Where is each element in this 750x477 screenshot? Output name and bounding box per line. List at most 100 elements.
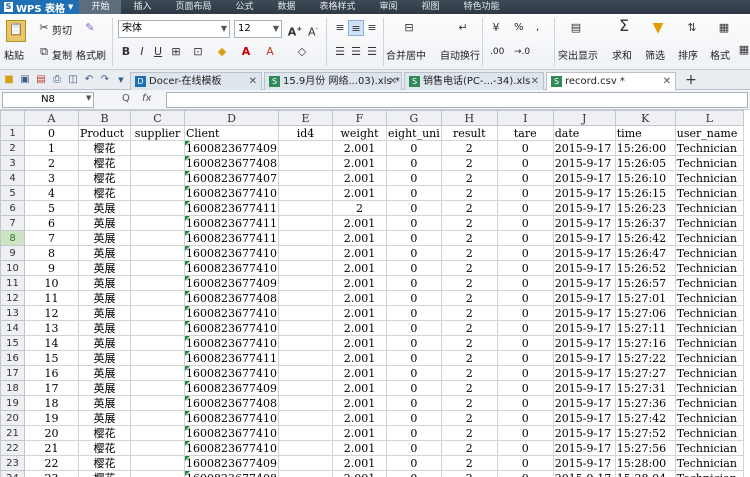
cell[interactable]: 2 bbox=[332, 200, 387, 216]
cell[interactable] bbox=[130, 230, 185, 246]
cell[interactable]: 2.001 bbox=[332, 335, 387, 351]
cell[interactable]: 0 bbox=[386, 320, 442, 336]
cell[interactable]: result bbox=[440, 125, 498, 141]
cell[interactable]: 2 bbox=[440, 215, 498, 231]
cell[interactable]: 樱花 bbox=[78, 140, 131, 156]
column-header[interactable]: D bbox=[184, 110, 279, 126]
cell[interactable]: Technician bbox=[674, 140, 744, 156]
cell[interactable]: 2 bbox=[440, 170, 498, 186]
cell[interactable]: 0 bbox=[496, 305, 554, 321]
cell[interactable]: 英展 bbox=[78, 305, 131, 321]
column-header[interactable]: C bbox=[130, 110, 185, 126]
cell[interactable]: 0 bbox=[386, 455, 442, 471]
cell[interactable]: 9 bbox=[24, 260, 79, 276]
menu-table-style[interactable]: 表格样式 bbox=[308, 0, 368, 14]
sort-icon[interactable]: ⇅ bbox=[682, 20, 702, 36]
cell[interactable]: 2.001 bbox=[332, 260, 387, 276]
cell[interactable]: 2 bbox=[440, 395, 498, 411]
cell[interactable]: 0 bbox=[386, 200, 442, 216]
cell[interactable]: 15:27:36 bbox=[614, 395, 676, 411]
cell[interactable]: 0 bbox=[386, 245, 442, 261]
cell[interactable] bbox=[278, 215, 333, 231]
cell[interactable]: 2.001 bbox=[332, 440, 387, 456]
cell[interactable]: 2015-9-17 bbox=[552, 380, 616, 396]
cell[interactable] bbox=[130, 395, 185, 411]
cell[interactable]: 2 bbox=[440, 425, 498, 441]
column-header[interactable]: I bbox=[496, 110, 554, 126]
cell[interactable] bbox=[278, 200, 333, 216]
cell[interactable]: 1600823677410 bbox=[184, 245, 279, 261]
italic-icon[interactable]: I bbox=[134, 44, 150, 60]
cell[interactable]: 2.001 bbox=[332, 155, 387, 171]
cell[interactable] bbox=[278, 380, 333, 396]
cell[interactable]: 3 bbox=[24, 170, 79, 186]
cell[interactable]: 0 bbox=[496, 155, 554, 171]
cell[interactable]: date bbox=[552, 125, 616, 141]
cell[interactable]: 15:26:10 bbox=[614, 170, 676, 186]
cell[interactable]: 10 bbox=[24, 275, 79, 291]
cell[interactable]: 2.001 bbox=[332, 470, 387, 477]
cell[interactable] bbox=[278, 350, 333, 366]
cell[interactable]: 2 bbox=[440, 200, 498, 216]
column-header[interactable]: K bbox=[614, 110, 676, 126]
row-header[interactable]: 6 bbox=[0, 200, 25, 216]
close-icon[interactable]: ✕ bbox=[249, 73, 257, 90]
cell[interactable]: Technician bbox=[674, 185, 744, 201]
cell[interactable]: 15:27:01 bbox=[614, 290, 676, 306]
tab-sales-calls-xls[interactable]: S 销售电话(PC-...-34).xls ✕ bbox=[404, 72, 544, 90]
cell[interactable]: Technician bbox=[674, 335, 744, 351]
cell[interactable]: Technician bbox=[674, 440, 744, 456]
wrap-text-icon[interactable]: ↵ bbox=[452, 20, 474, 36]
cell[interactable]: 1600823677411 bbox=[184, 200, 279, 216]
save-icon[interactable]: ▣ bbox=[18, 73, 32, 87]
cell[interactable] bbox=[278, 425, 333, 441]
cell[interactable]: 22 bbox=[24, 455, 79, 471]
cell[interactable]: Technician bbox=[674, 215, 744, 231]
cell[interactable]: 0 bbox=[386, 275, 442, 291]
cell[interactable]: 1600823677410 bbox=[184, 365, 279, 381]
tab-record-csv[interactable]: S record.csv * ✕ bbox=[546, 72, 676, 90]
cell[interactable]: 1600823677410 bbox=[184, 335, 279, 351]
row-header[interactable]: 5 bbox=[0, 185, 25, 201]
cell[interactable]: Technician bbox=[674, 230, 744, 246]
cell[interactable]: eight_uni bbox=[386, 125, 442, 141]
cell[interactable]: 15:28:00 bbox=[614, 455, 676, 471]
cell[interactable]: 0 bbox=[496, 380, 554, 396]
cell[interactable]: 2 bbox=[440, 365, 498, 381]
cell[interactable]: 2 bbox=[440, 305, 498, 321]
cell[interactable]: 1600823677407 bbox=[184, 170, 279, 186]
cell[interactable]: 2015-9-17 bbox=[552, 260, 616, 276]
cell[interactable]: Technician bbox=[674, 380, 744, 396]
cell[interactable]: 0 bbox=[386, 410, 442, 426]
cell[interactable]: 2.001 bbox=[332, 320, 387, 336]
cell[interactable] bbox=[130, 335, 185, 351]
tab-network-xls[interactable]: S 15.9月份 网络...03).xls * ✕ bbox=[264, 72, 402, 90]
cell[interactable]: 1600823677411 bbox=[184, 350, 279, 366]
copy-button[interactable]: 复制 bbox=[52, 47, 72, 62]
column-header[interactable]: H bbox=[440, 110, 498, 126]
cell[interactable]: Technician bbox=[674, 305, 744, 321]
cell[interactable]: 15:28:04 bbox=[614, 470, 676, 477]
sum-icon[interactable]: Σ bbox=[614, 18, 634, 34]
cell[interactable]: 2.001 bbox=[332, 185, 387, 201]
cell[interactable]: 2015-9-17 bbox=[552, 275, 616, 291]
cell[interactable]: 18 bbox=[24, 395, 79, 411]
column-header[interactable]: F bbox=[332, 110, 387, 126]
fill-color-icon[interactable]: ◆ bbox=[214, 44, 230, 60]
cell[interactable]: 2 bbox=[440, 380, 498, 396]
cell[interactable]: 2015-9-17 bbox=[552, 230, 616, 246]
scissors-icon[interactable]: ✂ bbox=[36, 20, 52, 36]
cell[interactable]: 2 bbox=[440, 335, 498, 351]
cell[interactable] bbox=[130, 140, 185, 156]
cell[interactable]: 0 bbox=[496, 275, 554, 291]
cell[interactable]: 英展 bbox=[78, 230, 131, 246]
cell[interactable]: 2 bbox=[440, 230, 498, 246]
zoom-icon[interactable]: Q bbox=[122, 93, 130, 104]
cell[interactable]: 15:27:16 bbox=[614, 335, 676, 351]
cell[interactable]: Technician bbox=[674, 260, 744, 276]
cell[interactable]: 0 bbox=[496, 140, 554, 156]
close-icon[interactable]: ✕ bbox=[389, 73, 397, 90]
cell[interactable]: 2.001 bbox=[332, 140, 387, 156]
open-folder-icon[interactable]: ■ bbox=[2, 73, 16, 87]
cell[interactable]: 樱花 bbox=[78, 185, 131, 201]
